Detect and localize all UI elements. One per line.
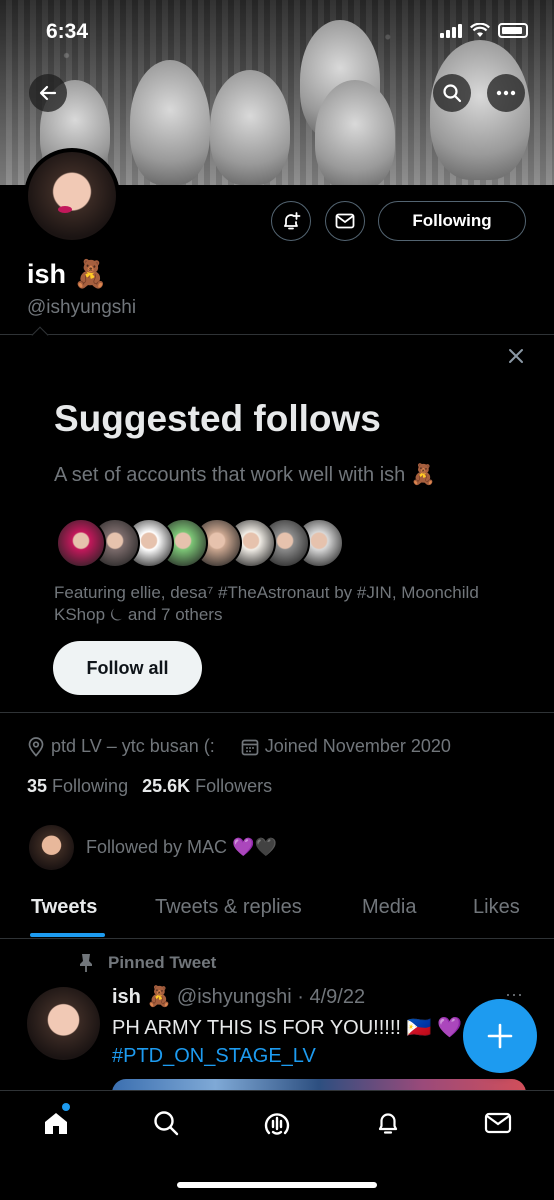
followed-by-text: Followed by MAC 💜🖤 xyxy=(86,837,277,857)
message-button[interactable] xyxy=(325,201,365,241)
calendar-icon xyxy=(241,739,259,755)
tab-tweets-and-replies[interactable]: Tweets & replies xyxy=(155,896,302,919)
envelope-icon xyxy=(484,1112,512,1134)
following-label: Following xyxy=(52,776,129,796)
follow-counts: 35 Following 25.6K Followers xyxy=(27,776,272,797)
bell-plus-icon xyxy=(284,212,301,230)
home-notification-dot xyxy=(62,1103,70,1111)
tweet-author-avatar[interactable] xyxy=(27,987,100,1060)
tab-media[interactable]: Media xyxy=(362,896,416,919)
location-pin-icon xyxy=(28,736,44,757)
more-horizontal-icon xyxy=(496,90,516,96)
suggested-follows-subtitle: A set of accounts that work well with is… xyxy=(54,464,436,486)
nav-search[interactable] xyxy=(150,1107,182,1139)
tab-tweets[interactable]: Tweets xyxy=(31,896,97,919)
joined-item: Joined November 2020 xyxy=(241,736,451,757)
divider xyxy=(0,712,554,713)
system-icons xyxy=(440,23,528,38)
followed-by-row[interactable]: Followed by MAC 💜🖤 xyxy=(29,825,277,870)
suggested-avatars[interactable] xyxy=(56,518,356,568)
divider xyxy=(0,334,554,335)
status-time: 6:34 xyxy=(46,20,89,43)
profile-avatar[interactable] xyxy=(24,148,120,244)
tweet-author-name[interactable]: ish 🧸 xyxy=(112,986,171,1008)
nav-messages[interactable] xyxy=(482,1107,514,1139)
joined-text: Joined November 2020 xyxy=(264,736,451,756)
avatar xyxy=(29,825,74,870)
search-button[interactable] xyxy=(433,74,471,112)
back-arrow-icon xyxy=(39,85,57,101)
tab-likes[interactable]: Likes xyxy=(473,896,520,919)
profile-tabs: Tweets Tweets & replies Media Likes xyxy=(0,893,554,938)
plus-icon xyxy=(487,1023,513,1049)
divider xyxy=(0,938,554,939)
close-suggestions-button[interactable] xyxy=(508,344,524,370)
battery-icon xyxy=(498,23,528,38)
notifications-toggle-button[interactable] xyxy=(271,201,311,241)
tweet-header: ish 🧸 @ishyungshi · 4/9/22 xyxy=(112,984,365,1009)
nav-spaces[interactable] xyxy=(261,1107,293,1139)
profile-name: ish 🧸 xyxy=(27,259,108,289)
compose-tweet-button[interactable] xyxy=(463,999,537,1073)
location-text: ptd LV – ytc busan (: xyxy=(51,736,215,756)
followers-count: 25.6K xyxy=(142,776,191,796)
follow-all-button[interactable]: Follow all xyxy=(53,641,202,695)
search-icon xyxy=(154,1111,179,1136)
active-tab-indicator xyxy=(30,933,105,937)
envelope-icon xyxy=(335,213,355,229)
nav-home[interactable] xyxy=(40,1107,72,1139)
following-count: 35 xyxy=(27,776,48,796)
spaces-icon xyxy=(264,1113,290,1135)
banner-figure xyxy=(210,70,290,185)
tweet-hashtag[interactable]: #PTD_ON_STAGE_LV xyxy=(112,1042,462,1070)
featuring-text: Featuring ellie, desa⁷ #TheAstronaut by … xyxy=(54,583,479,624)
followers-label: Followers xyxy=(195,776,273,796)
nav-notifications[interactable] xyxy=(372,1107,404,1139)
close-icon xyxy=(509,349,523,363)
followers-count-link[interactable]: 25.6K Followers xyxy=(142,776,272,797)
pinned-label-row: Pinned Tweet xyxy=(78,953,216,973)
bell-icon xyxy=(378,1113,398,1134)
more-button[interactable] xyxy=(487,74,525,112)
profile-meta: ptd LV – ytc busan (: Joined November 20… xyxy=(27,736,451,757)
cellular-signal-icon xyxy=(440,23,462,38)
home-icon xyxy=(45,1113,67,1134)
tweet-handle-date: @ishyungshi · 4/9/22 xyxy=(176,986,366,1008)
callout-caret xyxy=(31,326,49,344)
location-item: ptd LV – ytc busan (: xyxy=(27,736,215,757)
suggested-follows-title: Suggested follows xyxy=(54,398,381,439)
pin-icon xyxy=(80,954,92,972)
following-count-link[interactable]: 35 Following xyxy=(27,776,128,797)
search-icon xyxy=(443,84,462,103)
following-button[interactable]: Following xyxy=(378,201,526,241)
tweet-text: PH ARMY THIS IS FOR YOU!!!!! 🇵🇭 💜 xyxy=(112,1017,462,1039)
status-bar: 6:34 xyxy=(0,0,554,66)
back-button[interactable] xyxy=(29,74,67,112)
banner-figure xyxy=(130,60,210,185)
banner-figure xyxy=(315,80,395,185)
profile-handle: @ishyungshi xyxy=(27,297,137,318)
pinned-label: Pinned Tweet xyxy=(108,953,217,972)
tweet-body: PH ARMY THIS IS FOR YOU!!!!! 🇵🇭 💜 #PTD_O… xyxy=(112,1014,462,1070)
wifi-icon xyxy=(470,23,490,37)
home-indicator xyxy=(177,1182,377,1188)
suggested-account-avatar xyxy=(56,518,106,568)
